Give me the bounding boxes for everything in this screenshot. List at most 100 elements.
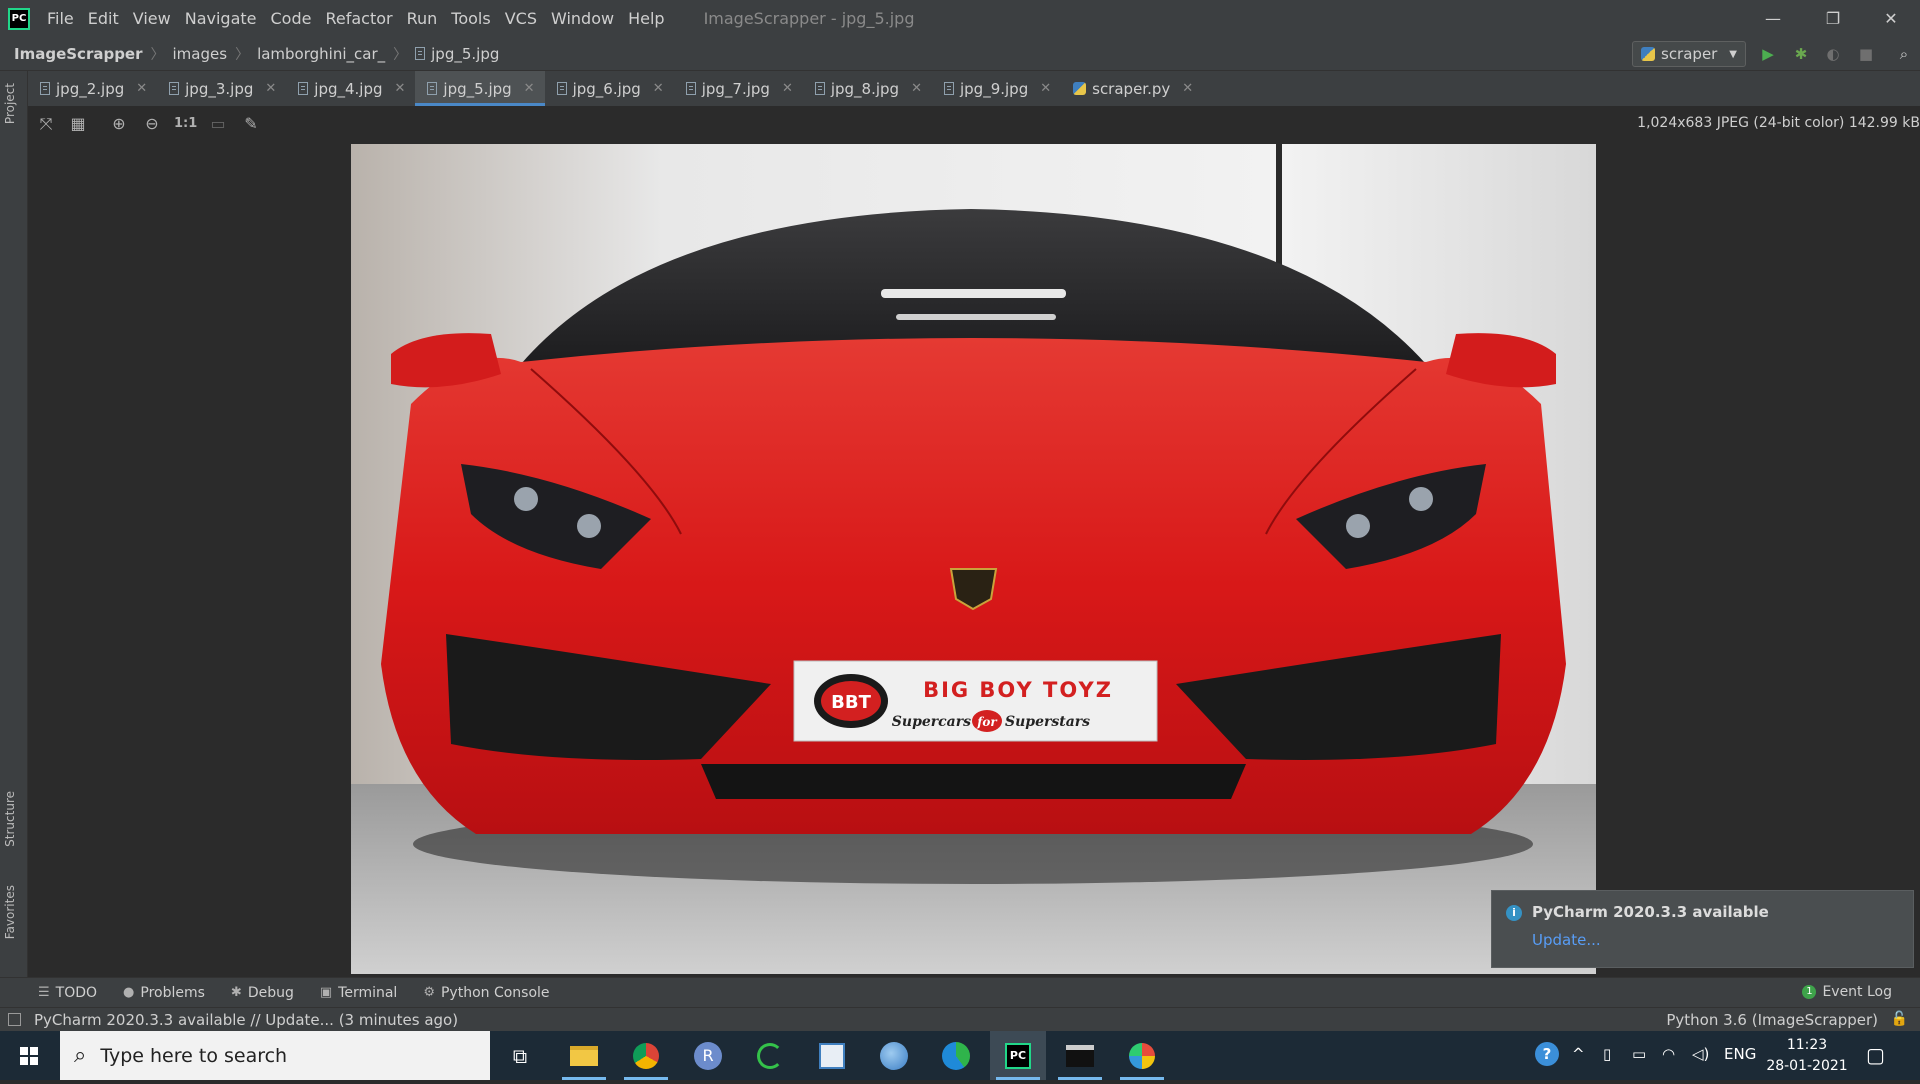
- breadcrumb-images[interactable]: images: [173, 45, 228, 63]
- chrome-icon[interactable]: [618, 1031, 674, 1080]
- pycharm-logo-icon[interactable]: PC: [8, 7, 30, 30]
- event-log-button[interactable]: 1 Event Log: [1802, 984, 1892, 1000]
- tab-scraper-py[interactable]: scraper.py ✕: [1061, 71, 1203, 106]
- menu-refactor[interactable]: Refactor: [318, 0, 399, 37]
- menu-help[interactable]: Help: [621, 0, 671, 37]
- tab-jpg-7[interactable]: jpg_7.jpg ✕: [674, 71, 803, 106]
- todo-tool-button[interactable]: ☰ TODO: [38, 985, 97, 1001]
- tab-label: jpg_2.jpg: [56, 79, 125, 98]
- color-picker-icon[interactable]: ✎: [241, 114, 261, 134]
- close-icon[interactable]: ✕: [653, 81, 664, 96]
- tab-jpg-8[interactable]: jpg_8.jpg ✕: [803, 71, 932, 106]
- refresh-app-icon[interactable]: [742, 1031, 798, 1080]
- clock[interactable]: 11:23 28-01-2021: [1762, 1035, 1852, 1077]
- tab-jpg-2[interactable]: jpg_2.jpg ✕: [28, 71, 157, 106]
- notifications-icon[interactable]: ▢: [1866, 1043, 1885, 1067]
- terminal-app-icon[interactable]: [1052, 1031, 1108, 1080]
- volume-icon[interactable]: ◁): [1692, 1045, 1709, 1063]
- project-tool-button[interactable]: Project: [3, 83, 17, 124]
- menu-window[interactable]: Window: [544, 0, 621, 37]
- search-placeholder: Type here to search: [100, 1044, 288, 1067]
- close-icon[interactable]: ✕: [524, 81, 535, 96]
- search-everywhere-icon[interactable]: ⌕: [1893, 43, 1915, 65]
- menu-run[interactable]: Run: [400, 0, 445, 37]
- globe-app-icon[interactable]: [866, 1031, 922, 1080]
- image-file-icon: [427, 82, 438, 95]
- menu-file[interactable]: File: [40, 0, 81, 37]
- snip-app-icon[interactable]: [804, 1031, 860, 1080]
- editor-tabs: jpg_2.jpg ✕ jpg_3.jpg ✕ jpg_4.jpg ✕ jpg_5.j…: [28, 71, 1920, 106]
- python-interpreter[interactable]: Python 3.6 (ImageScrapper): [1666, 1011, 1878, 1029]
- update-link[interactable]: Update...: [1532, 931, 1601, 949]
- device-icon[interactable]: ▯: [1603, 1045, 1611, 1063]
- run-configuration-select[interactable]: scraper ▼: [1632, 41, 1746, 67]
- image-file-icon: [685, 82, 696, 95]
- zoom-out-icon[interactable]: ⊖: [142, 114, 162, 134]
- close-icon[interactable]: ✕: [395, 81, 406, 96]
- zoom-in-icon[interactable]: ⊕: [109, 114, 129, 134]
- close-icon[interactable]: ✕: [1040, 81, 1051, 96]
- lock-icon[interactable]: 🔓: [1891, 1011, 1908, 1027]
- menu-view[interactable]: View: [126, 0, 178, 37]
- pycharm-taskbar-icon[interactable]: PC: [990, 1031, 1046, 1080]
- debug-icon[interactable]: ✱: [1790, 43, 1812, 65]
- help-icon[interactable]: ?: [1535, 1042, 1559, 1066]
- language-indicator[interactable]: ENG: [1724, 1045, 1756, 1063]
- fit-to-window-icon[interactable]: ⤧: [36, 114, 56, 134]
- info-icon: i: [1506, 905, 1522, 921]
- plate-logo: BBT: [831, 692, 871, 713]
- chevron-up-icon[interactable]: ^: [1572, 1045, 1585, 1063]
- clock-date: 28-01-2021: [1766, 1058, 1848, 1074]
- close-icon[interactable]: ✕: [782, 81, 793, 96]
- warning-icon: ●: [123, 985, 135, 1000]
- menu-edit[interactable]: Edit: [81, 0, 126, 37]
- wifi-icon[interactable]: ◠: [1662, 1045, 1675, 1063]
- tab-jpg-5[interactable]: jpg_5.jpg ✕: [415, 71, 545, 106]
- run-with-coverage-icon[interactable]: ◐: [1822, 43, 1844, 65]
- tab-jpg-3[interactable]: jpg_3.jpg ✕: [157, 71, 286, 106]
- stop-icon[interactable]: ■: [1855, 43, 1877, 65]
- menu-vcs[interactable]: VCS: [498, 0, 544, 37]
- bug-icon: ✱: [230, 985, 242, 1000]
- structure-tool-button[interactable]: Structure: [3, 791, 17, 847]
- edge-icon[interactable]: [928, 1031, 984, 1080]
- menu-navigate[interactable]: Navigate: [178, 0, 264, 37]
- r-app-icon[interactable]: R: [680, 1031, 736, 1080]
- python-console-tool-button[interactable]: ⚙ Python Console: [423, 985, 549, 1001]
- tab-jpg-4[interactable]: jpg_4.jpg ✕: [286, 71, 415, 106]
- close-icon[interactable]: ✕: [136, 81, 147, 96]
- file-explorer-icon[interactable]: [556, 1031, 612, 1080]
- lamborghini-photo: BBT BIG BOY TOYZ Supercars for Superstar…: [351, 144, 1596, 974]
- tab-jpg-6[interactable]: jpg_6.jpg ✕: [545, 71, 674, 106]
- windows-logo-icon: [20, 1047, 38, 1065]
- close-icon[interactable]: ✕: [1182, 81, 1193, 96]
- restore-button[interactable]: ❐: [1804, 0, 1862, 37]
- task-view-icon[interactable]: ⧉: [492, 1031, 548, 1080]
- chessboard-background-icon[interactable]: ▭: [208, 114, 228, 134]
- menu-code[interactable]: Code: [264, 0, 319, 37]
- menu-tools[interactable]: Tools: [444, 0, 497, 37]
- grid-icon[interactable]: ▦: [68, 114, 88, 134]
- problems-tool-button[interactable]: ● Problems: [123, 985, 205, 1001]
- close-window-button[interactable]: ✕: [1862, 0, 1920, 37]
- layout-toggle-icon[interactable]: [8, 1013, 21, 1026]
- minimize-button[interactable]: —: [1744, 0, 1802, 37]
- run-icon[interactable]: ▶: [1757, 43, 1779, 65]
- tool-label: TODO: [55, 984, 98, 1001]
- start-button[interactable]: [0, 1031, 58, 1080]
- breadcrumb-project[interactable]: ImageScrapper: [14, 45, 143, 63]
- paint-app-icon[interactable]: [1114, 1031, 1170, 1080]
- favorites-tool-button[interactable]: Favorites: [3, 885, 17, 939]
- battery-icon[interactable]: ▭: [1632, 1045, 1646, 1063]
- terminal-tool-button[interactable]: ▣ Terminal: [320, 985, 397, 1001]
- breadcrumb-folder[interactable]: lamborghini_car_: [257, 45, 385, 63]
- close-icon[interactable]: ✕: [265, 81, 276, 96]
- chevron-right-icon: 〉: [235, 46, 250, 63]
- status-message[interactable]: PyCharm 2020.3.3 available // Update... …: [34, 1011, 458, 1029]
- tab-jpg-9[interactable]: jpg_9.jpg ✕: [932, 71, 1061, 106]
- close-icon[interactable]: ✕: [911, 81, 922, 96]
- breadcrumb-file[interactable]: jpg_5.jpg: [431, 45, 499, 63]
- taskbar-search-box[interactable]: ⌕ Type here to search: [60, 1031, 490, 1080]
- actual-size-button[interactable]: 1:1: [174, 114, 197, 134]
- debug-tool-button[interactable]: ✱ Debug: [231, 985, 294, 1001]
